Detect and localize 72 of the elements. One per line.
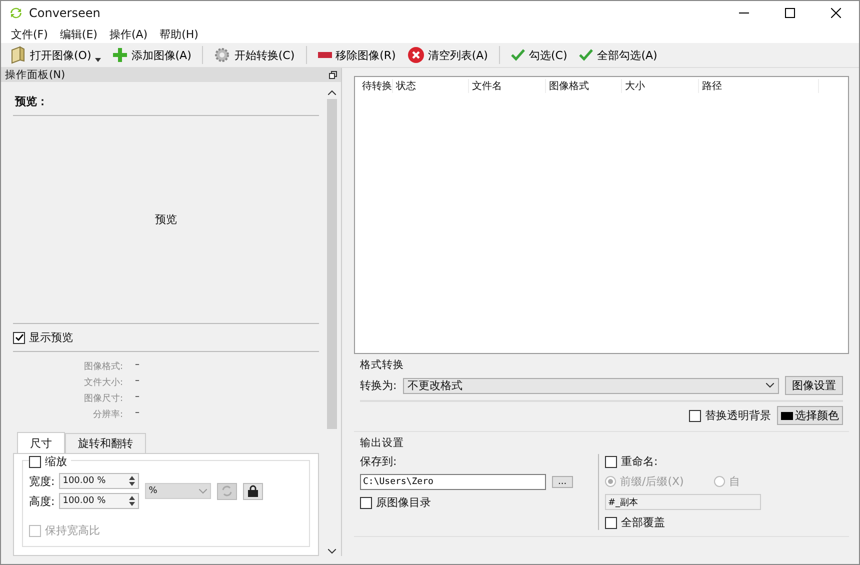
caret-icon (198, 488, 207, 494)
column-header[interactable]: 文件名 (469, 79, 546, 93)
panel-title: 操作面板(N) (5, 68, 66, 82)
spin-arrows-icon[interactable] (128, 496, 135, 506)
scroll-down-icon[interactable] (328, 549, 336, 554)
size-label: 高度: (29, 494, 55, 508)
gear-icon (214, 47, 230, 63)
toolbar-button[interactable]: 开始转换(C) (209, 45, 300, 65)
minus-icon (318, 52, 332, 58)
tab[interactable]: 旋转和翻转 (65, 433, 146, 453)
column-header[interactable]: 图像格式 (546, 79, 622, 93)
scroll-up-icon[interactable] (328, 90, 336, 95)
checkmark-icon (14, 333, 24, 342)
browse-button[interactable]: ... (552, 476, 573, 488)
replace-background-checkbox[interactable]: 替换透明背景 (689, 408, 771, 423)
unit-dropdown[interactable]: % (144, 483, 211, 499)
format-dropdown[interactable]: 不更改格式 (402, 378, 779, 394)
info-value: – (135, 392, 140, 404)
app-logo-icon (9, 6, 23, 20)
section-title: 格式转换 (360, 358, 405, 372)
scrollbar[interactable] (327, 88, 337, 556)
size-label: 宽度: (29, 474, 55, 488)
caret-icon (766, 383, 774, 388)
spin-arrows-icon[interactable] (128, 476, 135, 486)
window-title: Converseen (29, 6, 100, 20)
menu-item[interactable]: 文件(F) (5, 26, 54, 42)
lock-button[interactable] (242, 482, 263, 500)
toolbar-button[interactable]: 清空列表(A) (402, 45, 493, 65)
toolbar-button[interactable]: 全部勾选(A) (574, 46, 662, 64)
menu-item[interactable]: 编辑(E) (54, 26, 104, 42)
pattern-field[interactable]: #_副本 (605, 494, 761, 510)
image-settings-button[interactable]: 图像设置 (785, 376, 843, 395)
toolbar-button[interactable]: 移除图像(R) (312, 46, 401, 64)
caret-icon[interactable] (95, 58, 102, 62)
checkmark-icon (579, 49, 594, 61)
preview-label: 预览： (13, 88, 319, 116)
toolbar-button[interactable]: 勾选(C) (506, 46, 572, 64)
save-to-label: 保存到: (360, 454, 398, 469)
overwrite-all-checkbox[interactable]: 全部覆盖 (605, 515, 835, 530)
toolbar-button[interactable]: 添加图像(A) (108, 46, 196, 64)
menu-item[interactable]: 帮助(H) (154, 26, 204, 42)
column-header[interactable]: 大小 (622, 79, 699, 93)
output-path-field[interactable]: C:\Users\Zero (360, 474, 546, 490)
menu-item[interactable]: 操作(A) (103, 26, 154, 42)
column-header[interactable]: 待转换 (359, 79, 393, 93)
info-label: 文件大小: (82, 376, 123, 389)
checkmark-icon (510, 49, 525, 61)
book-icon (10, 46, 26, 64)
restore-icon[interactable] (329, 71, 337, 79)
choose-color-button[interactable]: 选择颜色 (777, 406, 843, 425)
spin-field[interactable]: 100.00 % (58, 493, 139, 509)
column-header[interactable]: 路径 (699, 79, 819, 93)
show-preview-checkbox[interactable]: 显示预览 (13, 324, 319, 352)
toolbar-button[interactable]: 打开图像(O) (5, 44, 106, 66)
lock-icon (248, 485, 258, 497)
original-directory-checkbox[interactable]: 原图像目录 (360, 495, 590, 510)
info-value: – (135, 376, 140, 388)
rename-checkbox[interactable]: 重命名: (605, 454, 835, 469)
preview-area: 预览 (13, 116, 319, 324)
info-label: 分辨率: (92, 408, 123, 421)
spin-field[interactable]: 100.00 % (58, 473, 139, 489)
plus-icon (113, 48, 128, 62)
info-value: – (135, 408, 140, 420)
convert-label: 转换为: (360, 378, 397, 393)
clear-icon (408, 47, 424, 63)
info-label: 图像尺寸: (82, 392, 123, 405)
info-value: – (135, 360, 140, 372)
info-label: 图像格式: (82, 360, 123, 373)
tab[interactable]: 尺寸 (17, 432, 65, 453)
section-title: 输出设置 (360, 436, 405, 450)
scale-checkbox[interactable]: 缩放 (29, 454, 71, 469)
column-header[interactable]: 状态 (393, 79, 469, 93)
